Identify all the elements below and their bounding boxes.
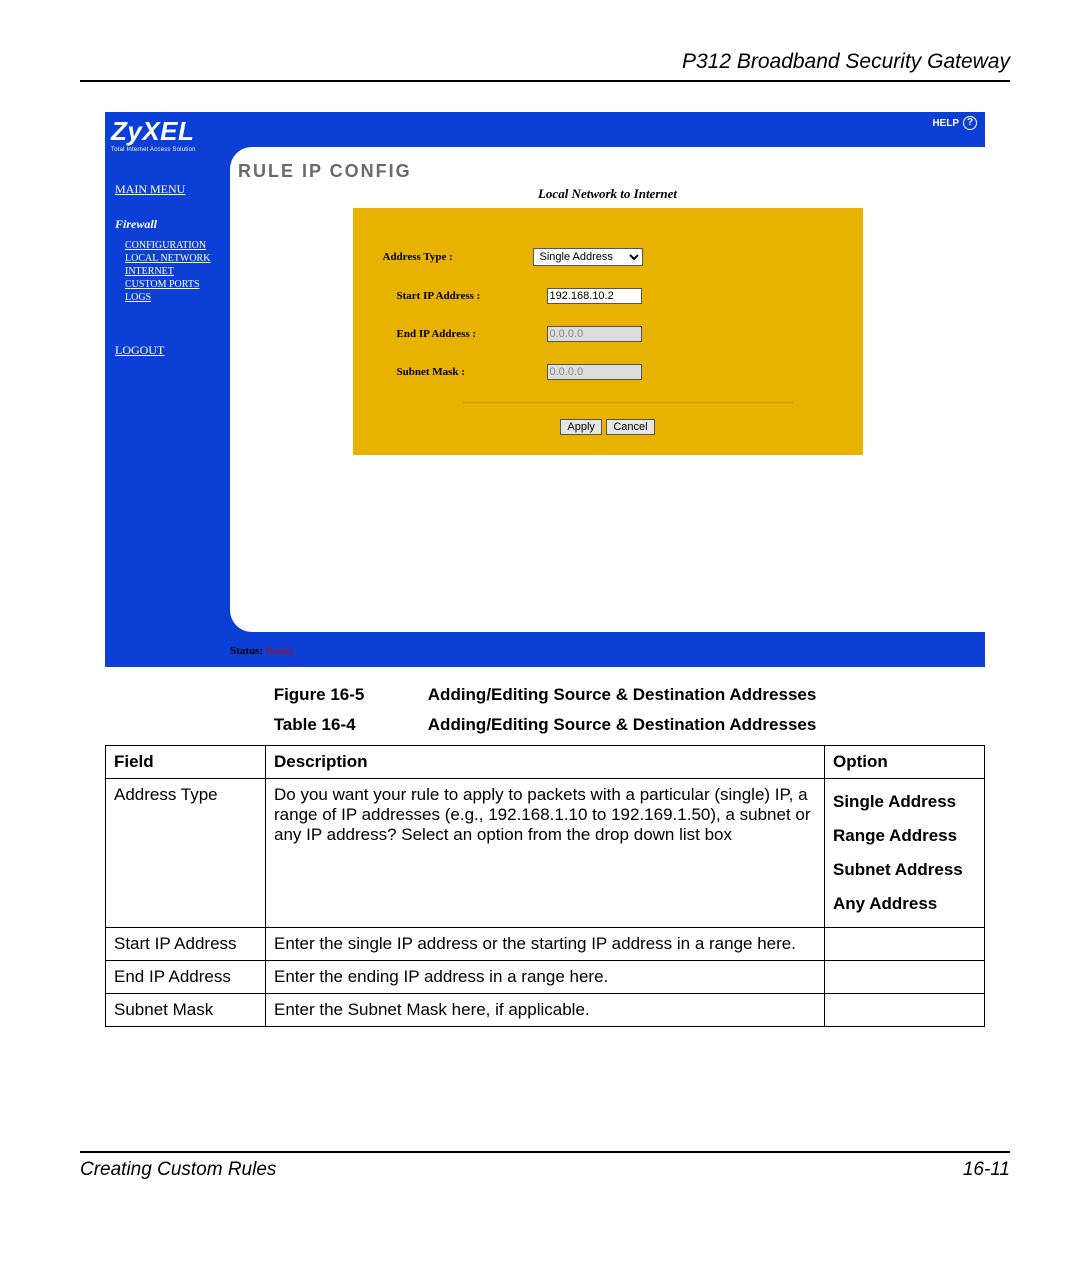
address-type-select[interactable]: Single Address — [533, 248, 643, 266]
sidebar-item-custom-ports[interactable]: CUSTOM PORTS — [125, 279, 225, 290]
table-row: Start IP AddressEnter the single IP addr… — [106, 928, 985, 961]
footer-rule — [80, 1151, 1010, 1153]
figure-caption-text: Adding/Editing Source & Destination Addr… — [428, 685, 817, 704]
help-link[interactable]: HELP ? — [932, 116, 977, 130]
cell-option — [825, 961, 985, 994]
sidebar-main-menu[interactable]: MAIN MENU — [115, 182, 225, 197]
start-ip-input[interactable] — [547, 288, 642, 304]
help-icon: ? — [963, 116, 977, 130]
status-bar: Status: Ready — [230, 645, 294, 657]
sidebar-item-logs[interactable]: LOGS — [125, 292, 225, 303]
end-ip-label: End IP Address : — [397, 328, 547, 340]
sidebar-item-configuration[interactable]: CONFIGURATION — [125, 240, 225, 251]
figure-caption-label: Figure 16-5 — [274, 685, 424, 705]
cell-option — [825, 928, 985, 961]
table-row: Address TypeDo you want your rule to app… — [106, 779, 985, 928]
ip-config-form: Address Type : Single Address Start IP A… — [353, 208, 863, 455]
address-type-label: Address Type : — [383, 251, 533, 263]
sidebar-item-internet[interactable]: INTERNET — [125, 266, 225, 277]
panel-subtitle: Local Network to Internet — [230, 186, 985, 202]
sidebar-section-firewall: Firewall — [115, 217, 225, 232]
table-header-row: Field Description Option — [106, 746, 985, 779]
subnet-mask-label: Subnet Mask : — [397, 366, 547, 378]
table-caption-label: Table 16-4 — [274, 715, 424, 735]
footer-left: Creating Custom Rules — [80, 1159, 276, 1181]
cell-field: Address Type — [106, 779, 266, 928]
app-screenshot: ZyXEL Total Internet Access Solution HEL… — [105, 112, 985, 667]
cell-option — [825, 994, 985, 1027]
header-rule — [80, 80, 1010, 82]
content-panel: RULE IP CONFIG Local Network to Internet… — [230, 147, 985, 632]
subnet-mask-input[interactable] — [547, 364, 642, 380]
page-header-title: P312 Broadband Security Gateway — [80, 50, 1010, 74]
cancel-button[interactable]: Cancel — [606, 419, 654, 435]
cell-description: Enter the ending IP address in a range h… — [266, 961, 825, 994]
cell-description: Enter the Subnet Mask here, if applicabl… — [266, 994, 825, 1027]
status-value: Ready — [266, 645, 294, 657]
th-option: Option — [825, 746, 985, 779]
table-row: Subnet MaskEnter the Subnet Mask here, i… — [106, 994, 985, 1027]
form-divider — [463, 402, 793, 403]
table-row: End IP AddressEnter the ending IP addres… — [106, 961, 985, 994]
page-footer: Creating Custom Rules 16-11 — [80, 1151, 1010, 1181]
logo: ZyXEL Total Internet Access Solution — [111, 116, 196, 153]
status-label: Status: — [230, 645, 263, 657]
start-ip-label: Start IP Address : — [397, 290, 547, 302]
figure-caption: Figure 16-5 Adding/Editing Source & Dest… — [80, 685, 1010, 705]
table-caption-text: Adding/Editing Source & Destination Addr… — [428, 715, 817, 734]
table-caption: Table 16-4 Adding/Editing Source & Desti… — [80, 715, 1010, 735]
help-label: HELP — [932, 118, 959, 129]
cell-field: Start IP Address — [106, 928, 266, 961]
doc-table: Field Description Option Address TypeDo … — [105, 745, 985, 1027]
cell-field: End IP Address — [106, 961, 266, 994]
footer-right: 16-11 — [963, 1159, 1010, 1181]
sidebar: MAIN MENU Firewall CONFIGURATION LOCAL N… — [115, 182, 225, 364]
end-ip-input[interactable] — [547, 326, 642, 342]
cell-field: Subnet Mask — [106, 994, 266, 1027]
sidebar-item-local-network[interactable]: LOCAL NETWORK — [125, 253, 225, 264]
apply-button[interactable]: Apply — [560, 419, 602, 435]
panel-title: RULE IP CONFIG — [238, 161, 985, 182]
th-field: Field — [106, 746, 266, 779]
logo-text: ZyXEL — [111, 116, 196, 147]
th-description: Description — [266, 746, 825, 779]
sidebar-logout[interactable]: LOGOUT — [115, 343, 225, 358]
cell-option: Single AddressRange AddressSubnet Addres… — [825, 779, 985, 928]
cell-description: Do you want your rule to apply to packet… — [266, 779, 825, 928]
logo-subtitle: Total Internet Access Solution — [111, 147, 196, 153]
cell-description: Enter the single IP address or the start… — [266, 928, 825, 961]
